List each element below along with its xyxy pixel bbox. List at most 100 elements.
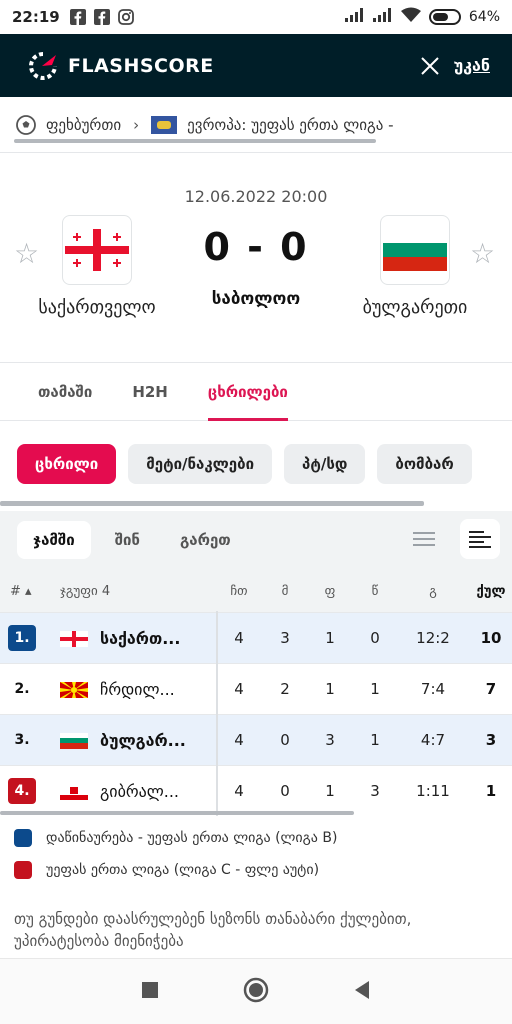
- view-toggles: [404, 519, 500, 559]
- breadcrumb-competition[interactable]: ევროპა: უეფას ერთა ლიგა -: [187, 116, 393, 134]
- recents-button[interactable]: [141, 981, 159, 1003]
- played-value: 4: [234, 731, 244, 749]
- favorite-star-icon[interactable]: ☆: [470, 237, 495, 270]
- played-value: 4: [234, 629, 244, 647]
- square-icon: [142, 981, 158, 998]
- soccer-ball-icon: [16, 114, 36, 135]
- back-nav-button[interactable]: [353, 980, 371, 1004]
- home-team-name[interactable]: საქართველო: [2, 297, 192, 318]
- points-value: 3: [485, 731, 497, 749]
- back-button[interactable]: უკან: [420, 34, 490, 97]
- legend-item-playout: უეფას ერთა ლიგა (ლიგა C - ფლე აუტი): [0, 854, 512, 886]
- tab-standings[interactable]: ცხრილები: [207, 363, 288, 421]
- points-value: 7: [485, 680, 497, 698]
- draws-value: 1: [325, 629, 335, 647]
- subtab-away[interactable]: გარეთ: [164, 521, 247, 559]
- goals-value: 1:11: [416, 782, 450, 800]
- goals-value: 7:4: [420, 680, 446, 698]
- europe-flag-icon: [151, 115, 178, 134]
- legend-color-blue: [14, 829, 32, 847]
- bulgaria-flag-icon: [60, 733, 88, 749]
- goals-value: 12:2: [416, 629, 450, 647]
- team-name[interactable]: ჩრდილ...: [100, 664, 210, 715]
- tab-h2h[interactable]: H2H: [132, 363, 168, 421]
- played-value: 4: [234, 782, 244, 800]
- goals-value: 4:7: [420, 731, 446, 749]
- facebook-icon: [69, 9, 86, 25]
- header-wins[interactable]: მ: [270, 584, 300, 599]
- battery-icon: [428, 9, 461, 25]
- away-team-name[interactable]: ბულგარეთი: [320, 297, 510, 318]
- signal-icon: [344, 8, 365, 26]
- pill-over-under[interactable]: მეტი/ნაკლები: [128, 444, 273, 484]
- georgia-flag-icon: [60, 631, 88, 647]
- pill-table[interactable]: ცხრილი: [17, 444, 117, 484]
- flashscore-logo[interactable]: FLASHSCORE: [28, 51, 214, 81]
- status-time: 22:19: [12, 8, 60, 26]
- pills-scrollbar[interactable]: [0, 501, 424, 506]
- triangle-back-icon: [355, 980, 369, 999]
- bulgaria-flag-icon: [383, 229, 447, 271]
- table-row[interactable]: 3. ბულგარ... 4 0 3 1 4:7 3: [0, 714, 512, 765]
- header-rank[interactable]: # ▴: [10, 584, 32, 599]
- team-name[interactable]: გიბრალ...: [100, 766, 210, 817]
- draws-value: 1: [325, 680, 335, 698]
- standings-section: ჯამში შინ გარეთ # ▴ ჯგუფი 4 ჩთ მ ფ წ გ ქ…: [0, 511, 512, 816]
- breadcrumb: ფეხბურთი › ევროპა: უეფას ერთა ლიგა -: [0, 97, 512, 153]
- chevron-right-icon: ›: [133, 115, 140, 134]
- facebook-icon: [93, 9, 110, 25]
- legend-item-promotion: დაწინაურება - უეფას ერთა ლიგა (ლიგა B): [0, 822, 512, 854]
- full-view-button[interactable]: [460, 519, 500, 559]
- wins-value: 0: [280, 782, 290, 800]
- compact-list-icon: [413, 532, 435, 546]
- status-bar: 22:19 64%: [0, 0, 512, 34]
- pill-top-scorers[interactable]: ბომბარ: [377, 444, 472, 484]
- subtab-overall[interactable]: ჯამში: [17, 521, 91, 559]
- back-label: უკან: [453, 56, 490, 75]
- logo-text: FLASHSCORE: [68, 54, 214, 77]
- frozen-column-divider: [216, 611, 218, 816]
- home-button[interactable]: [243, 977, 269, 1007]
- table-row[interactable]: 4. გიბრალ... 4 0 1 3 1:11 1: [0, 765, 512, 816]
- pill-ht-ft[interactable]: პტ/სდ: [284, 444, 366, 484]
- wins-value: 2: [280, 680, 290, 698]
- header-goals[interactable]: გ: [410, 584, 456, 599]
- full-list-icon: [469, 531, 491, 548]
- gibraltar-flag-icon: [60, 784, 88, 800]
- tab-match[interactable]: თამაში: [38, 363, 92, 421]
- draws-value: 3: [325, 731, 335, 749]
- header-points[interactable]: ქულ: [470, 584, 512, 599]
- header-draws[interactable]: ფ: [315, 584, 345, 599]
- match-tabs: თამაში H2H ცხრილები: [0, 363, 512, 421]
- points-value: 10: [480, 629, 502, 647]
- standings-legend: დაწინაურება - უეფას ერთა ლიგა (ლიგა B) უ…: [0, 822, 512, 886]
- breadcrumb-sport[interactable]: ფეხბურთი: [46, 116, 121, 134]
- losses-value: 1: [370, 680, 380, 698]
- losses-value: 0: [370, 629, 380, 647]
- away-team-logo[interactable]: [380, 215, 450, 285]
- header-group: ჯგუფი 4: [60, 583, 111, 599]
- table-row[interactable]: 2. ჩრდილ... 4 2 1 1 7:4 7: [0, 663, 512, 714]
- match-header: 12.06.2022 20:00 ☆ 0 - 0 საბოლოო ☆ საქარ…: [0, 153, 512, 363]
- match-datetime: 12.06.2022 20:00: [184, 187, 328, 206]
- header-played[interactable]: ჩთ: [224, 584, 254, 599]
- tiebreak-note: თუ გუნდები დაასრულებენ სეზონს თანაბარი ქ…: [14, 910, 412, 950]
- team-name[interactable]: ბულგარ...: [100, 715, 210, 766]
- rank-badge: 4.: [8, 778, 36, 804]
- table-header: # ▴ ჯგუფი 4 ჩთ მ ფ წ გ ქულ: [0, 569, 512, 613]
- wins-value: 0: [280, 731, 290, 749]
- table-row[interactable]: 1. საქართ... 4 3 1 0 12:2 10: [0, 612, 512, 663]
- subtab-home[interactable]: შინ: [99, 521, 156, 559]
- battery-level: [432, 13, 449, 21]
- legend-label: უეფას ერთა ლიგა (ლიგა C - ფლე აუტი): [46, 862, 320, 878]
- breadcrumb-scrollbar[interactable]: [14, 139, 376, 143]
- compact-view-button[interactable]: [404, 519, 444, 559]
- header-losses[interactable]: წ: [360, 584, 390, 599]
- app-header: FLASHSCORE უკან: [0, 34, 512, 97]
- standings-filter-pills: ცხრილი მეტი/ნაკლები პტ/სდ ბომბარ: [0, 421, 512, 507]
- wins-value: 3: [280, 629, 290, 647]
- team-name[interactable]: საქართ...: [100, 613, 210, 664]
- table-scrollbar[interactable]: [0, 811, 354, 815]
- north-macedonia-flag-icon: [60, 682, 88, 698]
- rank-badge: 2.: [14, 681, 30, 697]
